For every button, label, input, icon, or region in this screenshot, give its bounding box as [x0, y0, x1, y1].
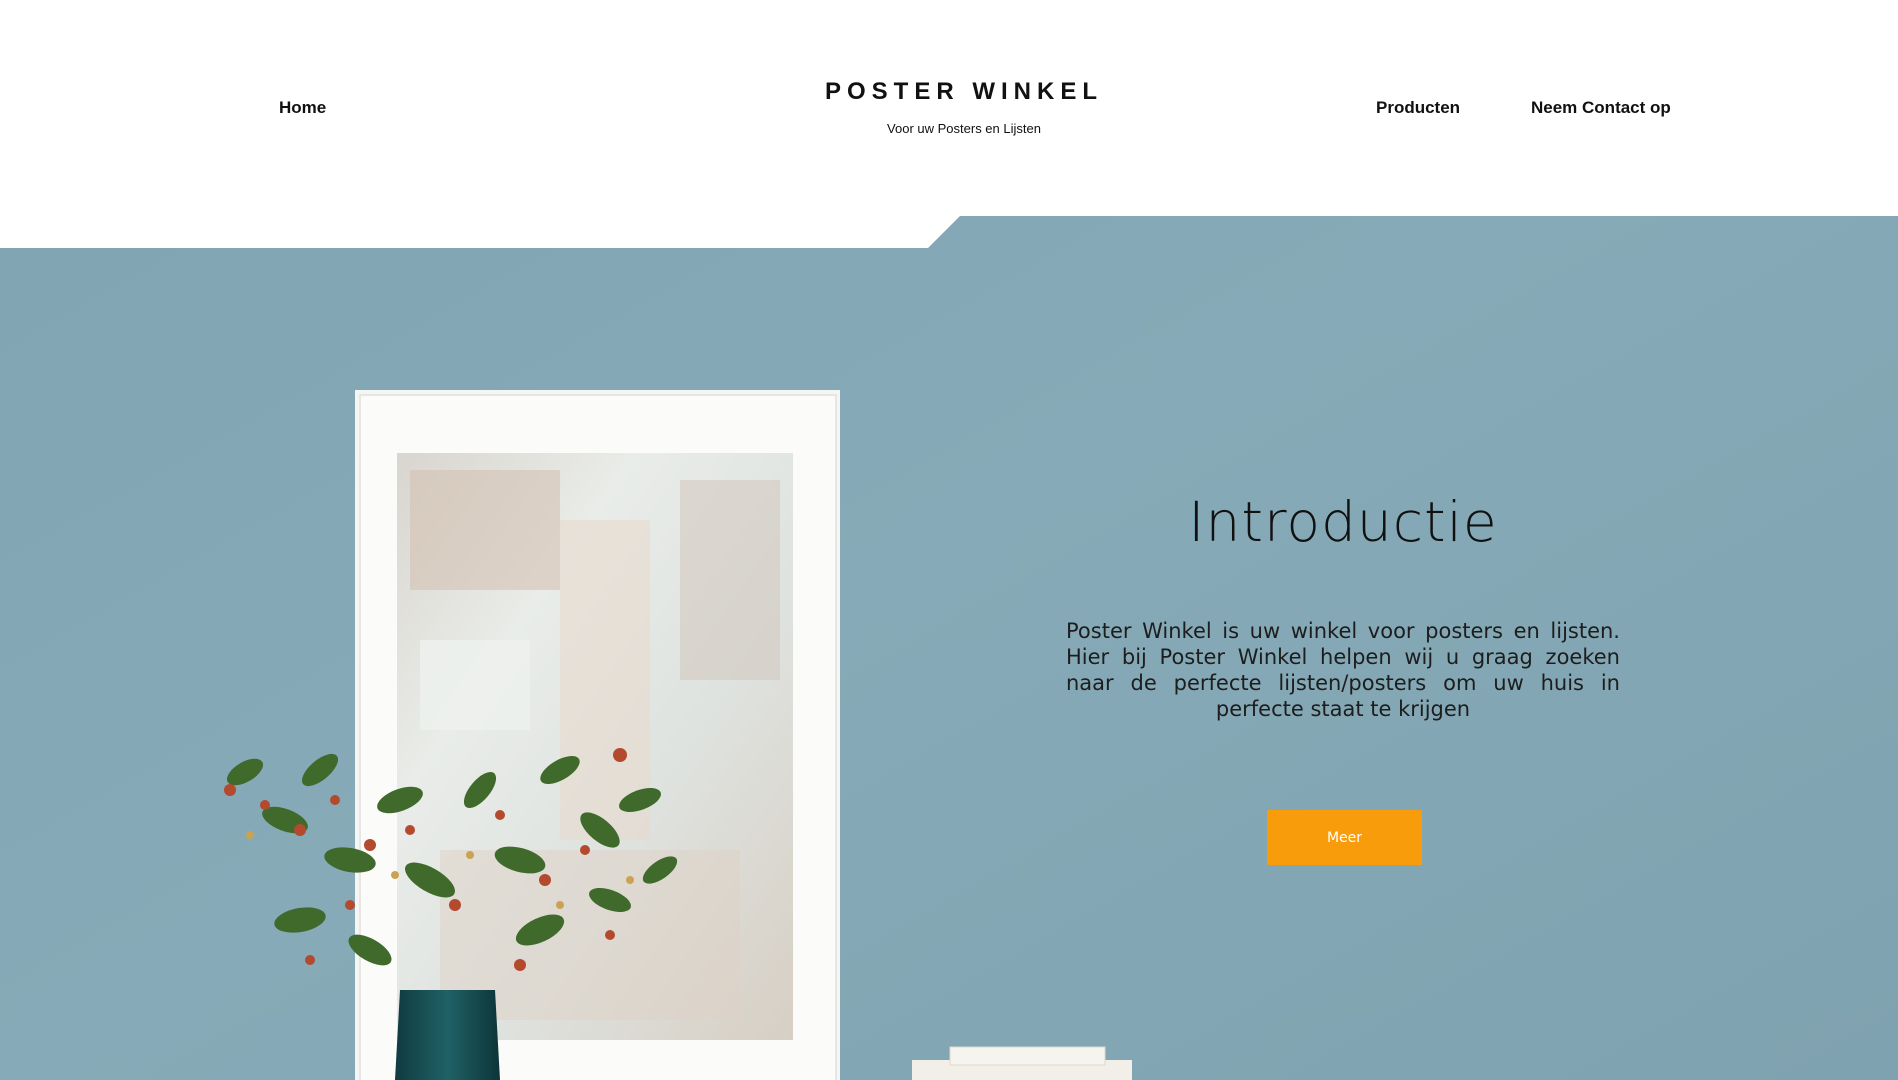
intro-heading: Introductie: [1188, 490, 1498, 554]
nav-home-link[interactable]: Home: [279, 98, 326, 118]
intro-paragraph: Poster Winkel is uw winkel voor posters …: [1066, 619, 1620, 721]
site-subtitle: Voor uw Posters en Lijsten: [887, 121, 1041, 136]
intro-block: Introductie Poster Winkel is uw winkel v…: [1066, 490, 1620, 743]
site-title[interactable]: POSTER WINKEL: [760, 78, 1168, 106]
nav-producten-link[interactable]: Producten: [1376, 98, 1460, 118]
nav-contact-link[interactable]: Neem Contact op: [1531, 98, 1671, 118]
meer-button[interactable]: Meer: [1267, 810, 1422, 865]
page: Home POSTER WINKEL Voor uw Posters en Li…: [0, 0, 1898, 1080]
brand: POSTER WINKEL Voor uw Posters en Lijsten: [760, 78, 1168, 136]
site-header: Home POSTER WINKEL Voor uw Posters en Li…: [0, 0, 1898, 216]
